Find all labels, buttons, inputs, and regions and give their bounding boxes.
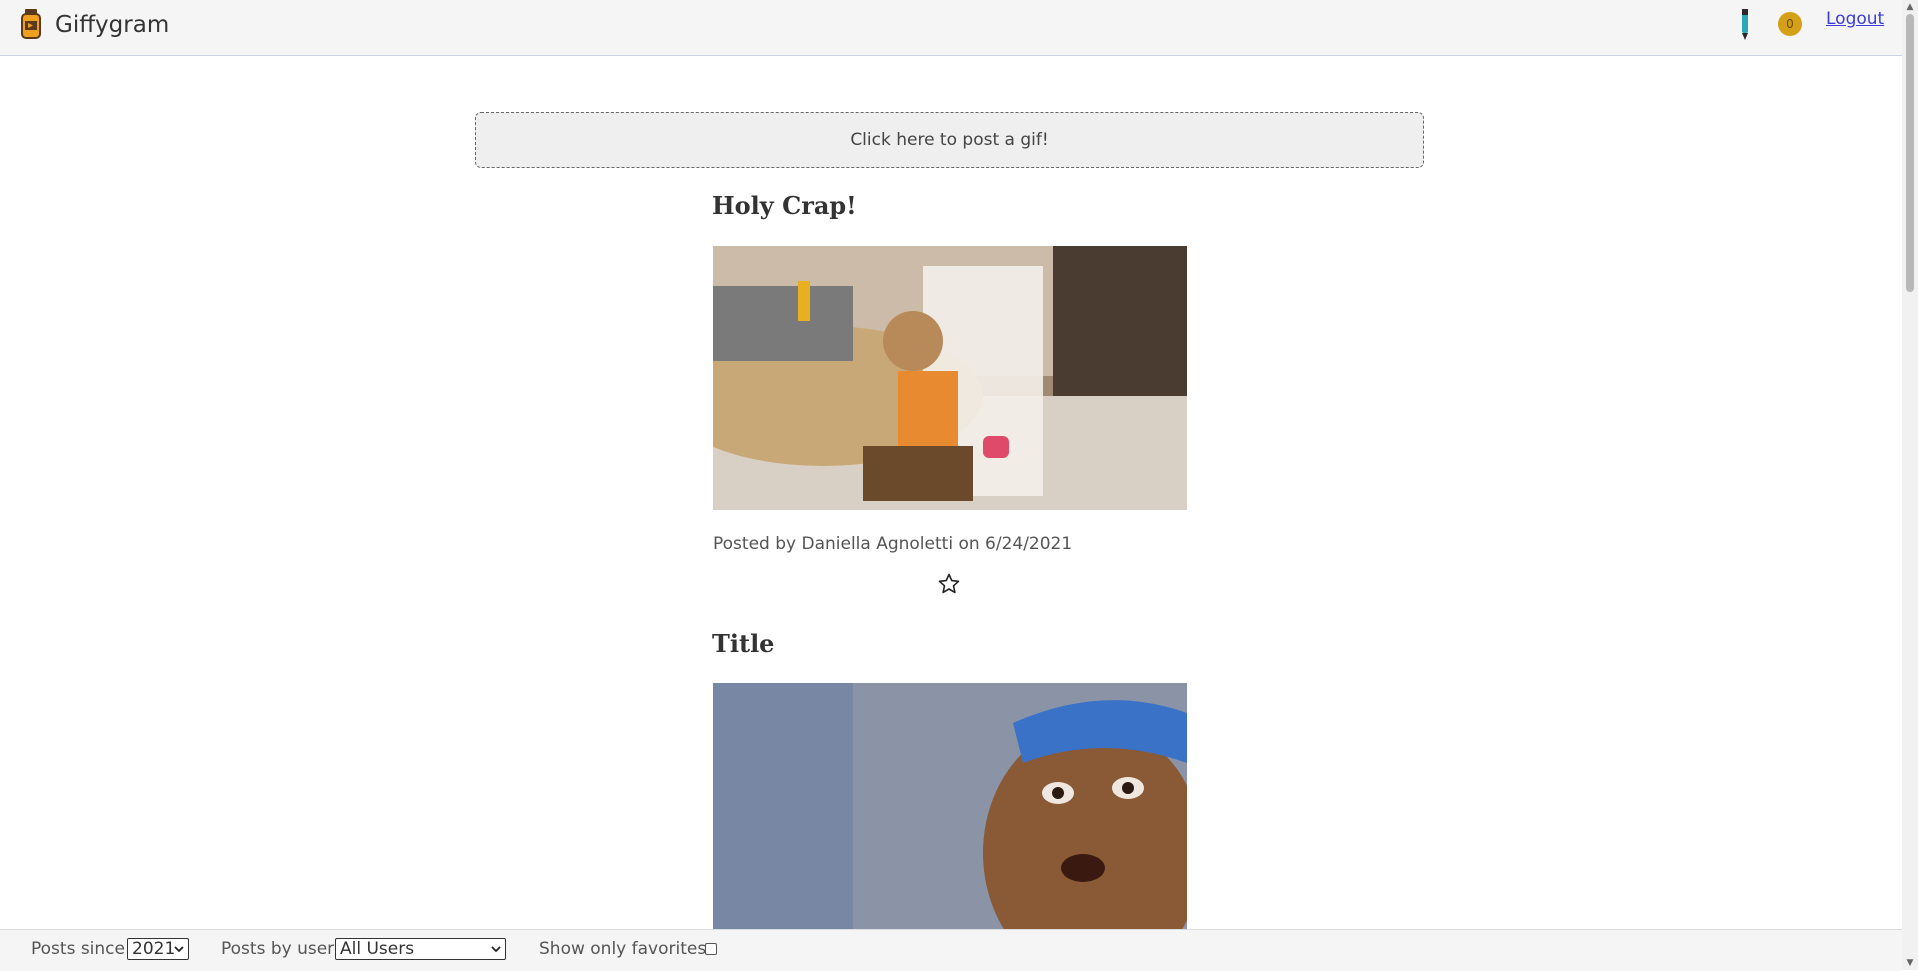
post-title: Holy Crap! bbox=[712, 191, 857, 220]
chevron-down-icon bbox=[174, 946, 184, 953]
post-card: Title bbox=[712, 629, 1187, 929]
chevron-down-icon bbox=[491, 946, 501, 953]
post-title: Title bbox=[712, 629, 775, 658]
user-select[interactable]: All Users bbox=[335, 938, 506, 960]
jar-icon[interactable] bbox=[19, 8, 43, 40]
user-select-value: All Users bbox=[340, 939, 415, 959]
scrollbar-thumb[interactable] bbox=[1906, 14, 1914, 292]
posts-by-user-label: Posts by user bbox=[221, 939, 335, 959]
pen-icon[interactable] bbox=[1738, 7, 1752, 41]
show-favorites-label: Show only favorites bbox=[539, 939, 707, 959]
year-select-value: 2021 bbox=[132, 939, 176, 959]
page-scrollbar[interactable]: ▲ ▼ bbox=[1902, 0, 1918, 970]
notification-badge[interactable]: 0 bbox=[1778, 12, 1802, 36]
app-title[interactable]: Giffygram bbox=[55, 12, 169, 38]
post-gif-button[interactable]: Click here to post a gif! bbox=[475, 112, 1424, 168]
post-meta: Posted by Daniella Agnoletti on 6/24/202… bbox=[713, 534, 1073, 554]
star-outline-icon[interactable] bbox=[937, 572, 961, 596]
scroll-down-arrow[interactable]: ▼ bbox=[1902, 956, 1918, 970]
scroll-up-arrow[interactable]: ▲ bbox=[1902, 0, 1918, 14]
year-select[interactable]: 2021 bbox=[127, 938, 189, 960]
gif-image bbox=[713, 683, 1187, 929]
post-gif-prompt: Click here to post a gif! bbox=[850, 130, 1049, 150]
gif-image bbox=[713, 246, 1187, 510]
post-card: Holy Crap! Posted by Daniella Agnoletti … bbox=[712, 191, 1187, 594]
navigation-bar: Giffygram 0 Logout bbox=[0, 0, 1902, 56]
logout-link[interactable]: Logout bbox=[1826, 9, 1884, 29]
show-favorites-checkbox[interactable] bbox=[705, 943, 717, 955]
posts-since-label: Posts since bbox=[31, 939, 125, 959]
filter-footer: Posts since 2021 Posts by user All Users… bbox=[0, 929, 1902, 971]
